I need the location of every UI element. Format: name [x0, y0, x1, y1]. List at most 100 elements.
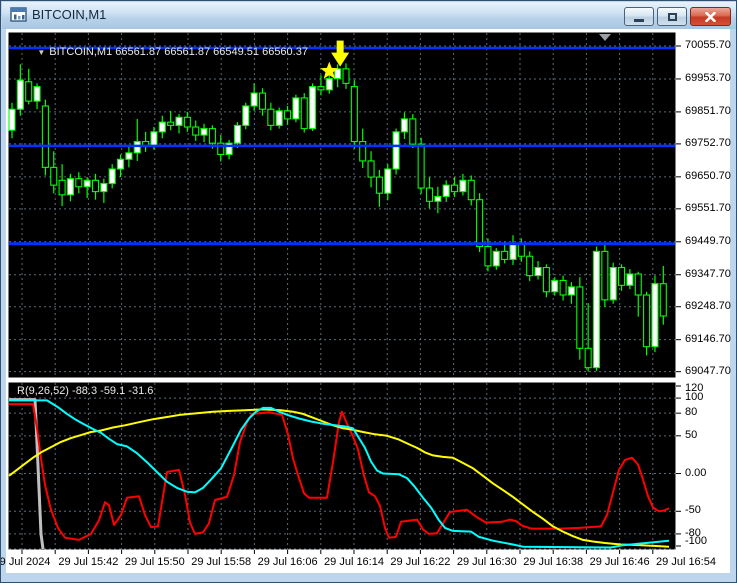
bull-candle — [400, 118, 409, 133]
time-label: 29 Jul 2024 — [0, 556, 51, 568]
chart-ohlc-header: ▼ BITCOIN,M1 66561.87 66561.87 66549.51 6… — [19, 34, 308, 70]
price-label: 70055.70 — [685, 39, 731, 51]
bull-candle — [442, 184, 450, 198]
bear-candle — [183, 116, 191, 128]
bear-candle — [501, 250, 509, 261]
price-label: 69953.70 — [685, 71, 731, 84]
bull-candle — [233, 124, 241, 144]
bear-candle — [91, 179, 100, 193]
close-icon — [705, 11, 716, 22]
price-label: 69047.70 — [685, 364, 731, 377]
bear-candle — [425, 187, 434, 202]
minimize-button[interactable] — [624, 7, 654, 26]
time-label: 29 Jul 15:58 — [191, 556, 252, 568]
bull-candle — [325, 77, 333, 91]
time-axis[interactable]: 29 Jul 2024 29 Jul 15:42 29 Jul 15:50 29 Ju… — [1, 550, 730, 573]
bull-candle — [275, 110, 283, 126]
indicator-scale-label: -50 — [685, 504, 701, 517]
time-label: 29 Jul 16:22 — [390, 556, 451, 568]
bear-candle — [58, 179, 66, 196]
price-label: 69449.70 — [685, 234, 731, 247]
bull-candle — [133, 140, 141, 154]
time-label: 29 Jul 16:38 — [523, 556, 584, 568]
time-label: 29 Jul 15:50 — [124, 556, 185, 568]
bull-candle — [459, 179, 467, 193]
price-label: 69347.70 — [685, 267, 731, 280]
indicator-scale-label: 50 — [685, 428, 698, 441]
time-label: 29 Jul 16:06 — [257, 556, 318, 568]
chart-canvas[interactable] — [6, 29, 735, 573]
bull-candle — [200, 128, 208, 136]
bull-candle — [175, 116, 183, 126]
price-label: 69851.70 — [685, 104, 731, 117]
bear-candle — [617, 266, 626, 286]
bear-candle — [476, 199, 484, 248]
bull-candle — [492, 250, 500, 267]
bull-candle — [66, 178, 75, 196]
bull-candle — [534, 266, 542, 277]
main-chart-panel — [7, 31, 677, 379]
indicator-scale-label: -100 — [685, 535, 708, 547]
arrow-down-marker-stem[interactable] — [336, 40, 344, 54]
bear-candle — [25, 81, 33, 102]
window-title: BITCOIN,M1 — [32, 7, 107, 22]
bear-candle — [300, 97, 308, 130]
bear-candle — [634, 273, 642, 296]
window-titlebar[interactable]: BITCOIN,M1 — [2, 2, 736, 29]
bull-candle — [626, 273, 634, 286]
indicator-axis[interactable]: 120 100 80 50 0.00 -50 -80 -100 — [677, 380, 730, 552]
collapse-ohlc-icon[interactable]: ▼ — [37, 48, 45, 57]
maximize-button[interactable] — [657, 7, 687, 26]
bull-candle — [8, 108, 16, 131]
bear-candle — [526, 255, 534, 277]
bear-candle — [450, 184, 459, 193]
bear-candle — [192, 126, 200, 136]
bear-candle — [559, 279, 567, 296]
bear-candle — [576, 286, 584, 349]
bull-candle — [309, 86, 317, 130]
maximize-icon — [667, 12, 677, 21]
bull-candle — [16, 79, 24, 110]
price-label: 69146.70 — [685, 332, 731, 345]
bear-candle — [258, 92, 267, 110]
indicator-panel — [7, 381, 677, 551]
bear-candle — [208, 128, 216, 144]
bull-candle — [567, 286, 576, 296]
bull-candle — [33, 86, 41, 102]
price-label: 69650.70 — [685, 169, 731, 182]
bear-candle — [342, 68, 350, 84]
bear-candle — [601, 250, 609, 301]
window-icon — [10, 7, 27, 22]
indicator-label: R(9,26,52) -88.3 -59.1 -31.6 — [17, 385, 154, 397]
bear-candle — [41, 105, 49, 168]
bear-candle — [317, 86, 325, 91]
bear-candle — [659, 283, 667, 317]
bear-candle — [283, 110, 292, 120]
bull-candle — [242, 105, 250, 126]
price-label: 69752.70 — [685, 136, 731, 149]
bull-candle — [83, 179, 91, 188]
price-axis[interactable]: 70055.70 69953.70 69851.70 69752.70 69650.70… — [677, 30, 731, 378]
bull-candle — [100, 182, 108, 193]
bear-candle — [267, 108, 275, 126]
bear-candle — [542, 266, 550, 293]
bull-candle — [117, 158, 125, 170]
bull-candle — [108, 168, 116, 185]
bear-candle — [167, 121, 175, 126]
bull-candle — [250, 92, 258, 107]
bull-candle — [434, 195, 442, 202]
close-button[interactable] — [690, 7, 731, 26]
bear-candle — [75, 178, 83, 188]
bull-candle — [150, 131, 158, 147]
window-controls — [624, 7, 731, 26]
chart-client-area: ▼ BITCOIN,M1 66561.87 66561.87 66549.51 6… — [1, 29, 731, 573]
bear-candle — [359, 140, 367, 162]
bull-candle — [158, 121, 166, 133]
bull-candle — [651, 283, 659, 348]
indicator-scale-label: 0.00 — [685, 466, 707, 479]
bull-candle — [551, 279, 559, 293]
bull-candle — [509, 242, 517, 261]
bull-candle — [609, 266, 617, 301]
time-label: 29 Jul 16:14 — [324, 556, 384, 568]
bear-candle — [417, 143, 425, 189]
